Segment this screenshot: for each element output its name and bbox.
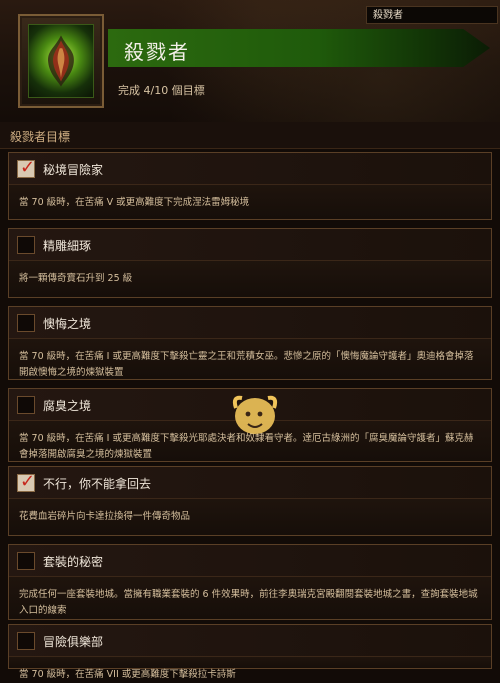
objective-checkbox[interactable] — [17, 552, 35, 570]
objective-title: 腐臭之境 — [43, 399, 92, 413]
search-input[interactable]: 殺戮者 — [366, 6, 498, 24]
objective-description: 當 70 級時，在苦痛 V 或更高難度下完成涅法雷姆秘境 — [19, 197, 250, 208]
objective-checkbox[interactable]: ✓ — [17, 157, 36, 178]
flame-icon — [48, 35, 74, 87]
objective-card: ✓ 秘境冒險家 當 70 級時，在苦痛 V 或更高難度下完成涅法雷姆秘境 — [8, 152, 492, 220]
objective-card: 套裝的秘密 完成任何一座套裝地城。當擁有職業套裝的 6 件效果時，前往李奧瑞克宮… — [8, 544, 492, 620]
objective-description: 當 70 級時，在苦痛 VII 或更高難度下擊殺拉卡詩斯 — [19, 669, 236, 680]
objective-description: 花費血岩碎片向卡達拉換得一件傳奇物品 — [19, 511, 191, 522]
objective-title: 不行，你不能拿回去 — [43, 477, 152, 491]
objective-title: 秘境冒險家 — [43, 163, 104, 177]
objective-description: 將一顆傳奇寶石升到 25 級 — [19, 273, 133, 284]
objective-card: 精雕細琢 將一顆傳奇寶石升到 25 級 — [8, 228, 492, 298]
objective-description: 完成任何一座套裝地城。當擁有職業套裝的 6 件效果時，前往李奧瑞克宮殿翻閱套裝地… — [19, 589, 478, 616]
objective-checkbox[interactable] — [17, 396, 35, 414]
objective-title: 套裝的秘密 — [43, 555, 104, 569]
objective-title: 冒險俱樂部 — [43, 635, 104, 649]
checkmark-icon: ✓ — [20, 157, 36, 178]
objective-description: 當 70 級時，在苦痛 I 或更高難度下擊殺亡靈之王和荒積女巫。悲慘之原的「懊悔… — [19, 351, 474, 378]
objectives-section-bar — [0, 122, 500, 149]
objective-card: ✓ 不行，你不能拿回去 花費血岩碎片向卡達拉換得一件傳奇物品 — [8, 466, 492, 536]
objective-checkbox[interactable] — [17, 314, 35, 332]
achievement-progress: 完成 4/10 個目標 — [118, 84, 205, 97]
objective-card: 懊悔之境 當 70 級時，在苦痛 I 或更高難度下擊殺亡靈之王和荒積女巫。悲慘之… — [8, 306, 492, 380]
objective-checkbox[interactable]: ✓ — [17, 471, 36, 492]
objectives-section-title: 殺戮者目標 — [10, 130, 71, 144]
objective-card: 冒險俱樂部 當 70 級時，在苦痛 VII 或更高難度下擊殺拉卡詩斯 — [8, 624, 492, 680]
objective-title: 懊悔之境 — [43, 317, 92, 331]
objective-checkbox[interactable] — [17, 632, 35, 650]
achievement-title: 殺戮者 — [124, 40, 190, 64]
objective-title: 精雕細琢 — [43, 239, 92, 253]
achievement-flame-icon — [28, 24, 94, 98]
objective-checkbox[interactable] — [17, 236, 35, 254]
achievement-icon-frame — [18, 14, 104, 108]
checkmark-icon: ✓ — [20, 471, 36, 492]
watermark-mascot-icon — [232, 395, 278, 434]
